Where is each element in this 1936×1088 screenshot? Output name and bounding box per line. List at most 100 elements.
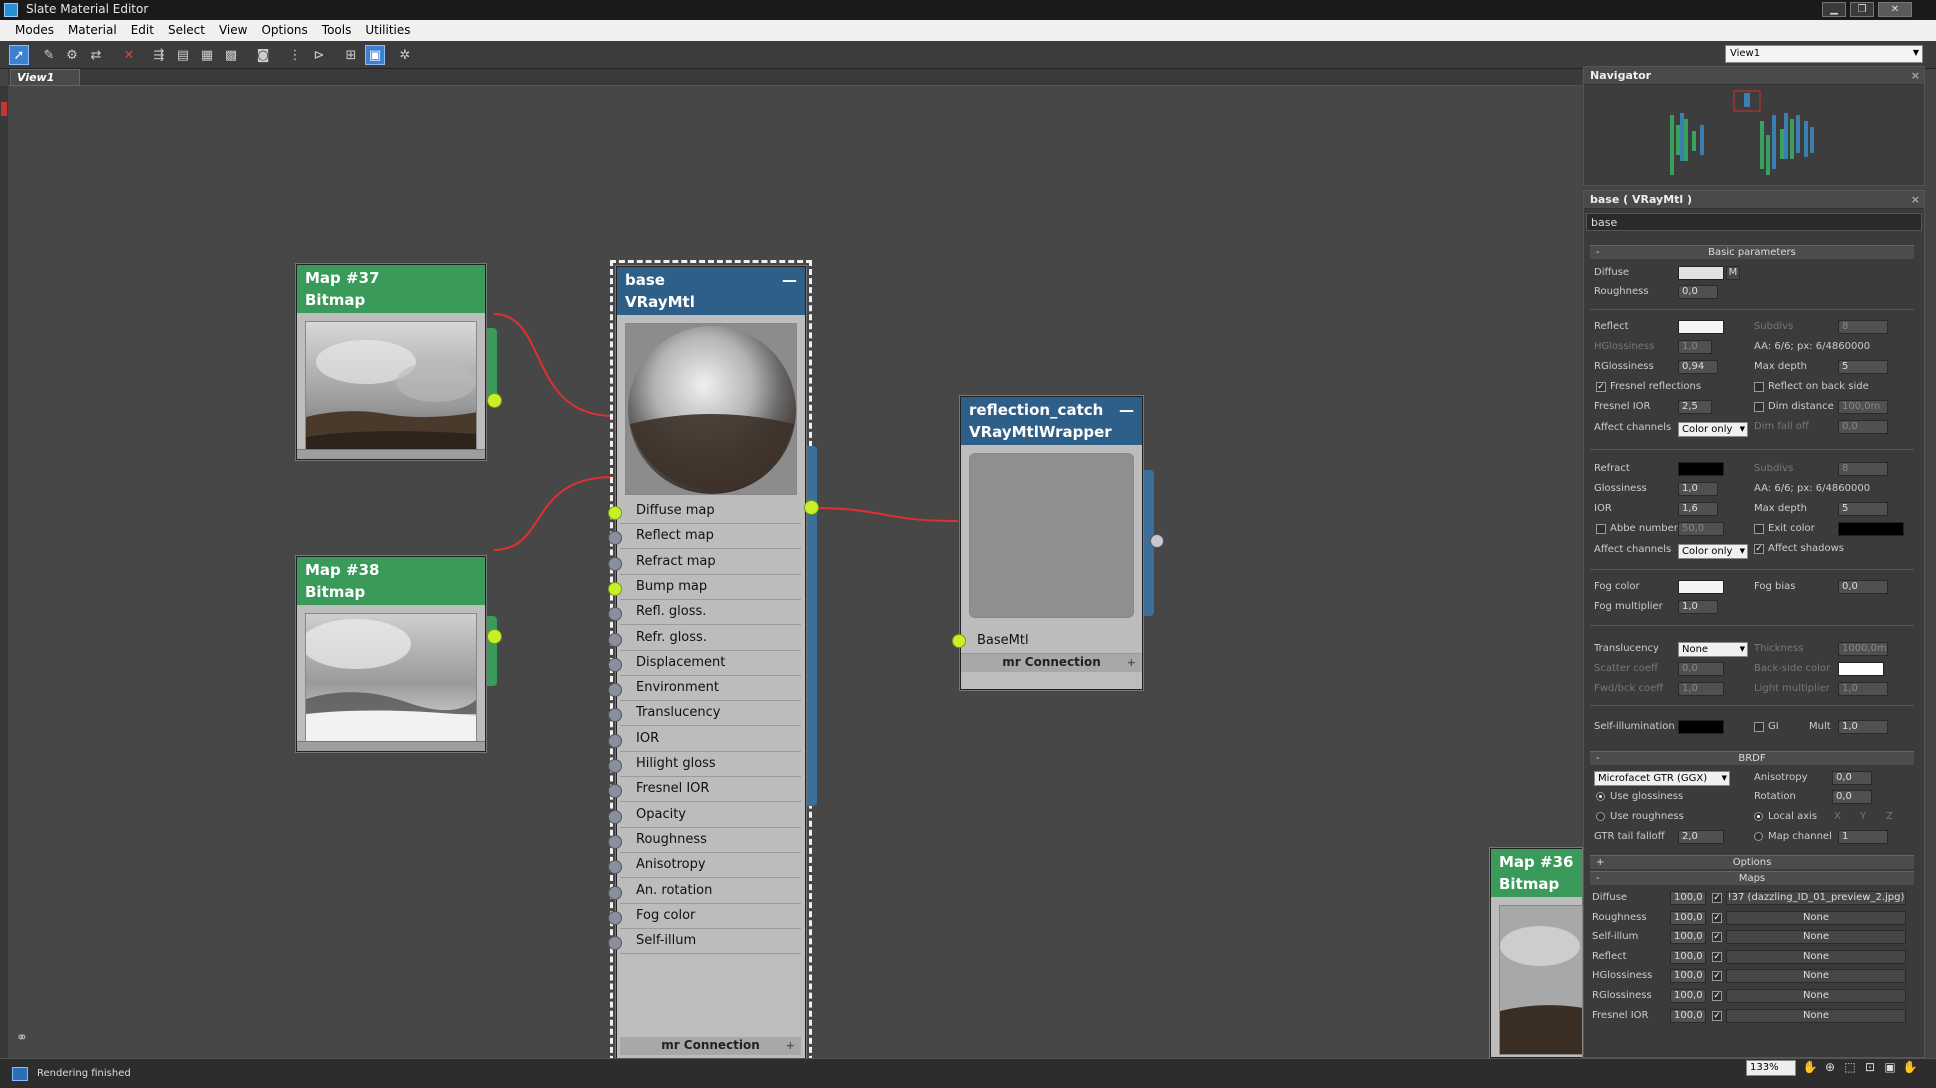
refract-swatch[interactable] — [1678, 462, 1724, 476]
slot-diffuse-map[interactable]: Diffuse map — [620, 499, 801, 524]
fwd-spinner[interactable]: 1,0 — [1678, 682, 1724, 696]
basemtl-input-socket[interactable] — [952, 634, 966, 648]
map37-output-socket[interactable] — [487, 393, 502, 408]
close-icon[interactable]: × — [1911, 69, 1920, 82]
map-slot-button[interactable]: None — [1726, 989, 1906, 1003]
map-amount-spinner[interactable]: 100,0 — [1670, 1008, 1706, 1023]
map-amount-spinner[interactable]: 100,0 — [1670, 989, 1706, 1003]
map38-output-socket[interactable] — [487, 629, 502, 644]
dimdist-spinner[interactable]: 100,0m — [1838, 400, 1888, 414]
slot-environment[interactable]: Environment — [620, 676, 801, 702]
scatter-spinner[interactable]: 0,0 — [1678, 662, 1724, 676]
menu-material[interactable]: Material — [61, 20, 124, 41]
navigator-minimap[interactable] — [1584, 85, 1924, 185]
affect-channels-dropdown[interactable]: Color only ▼ — [1678, 422, 1748, 437]
self-illum-swatch[interactable] — [1678, 720, 1724, 734]
select-tool-icon[interactable]: ➚ — [9, 45, 29, 65]
input-socket[interactable] — [608, 632, 622, 647]
ior-spinner[interactable]: 1,6 — [1678, 502, 1718, 516]
fog-bias-spinner[interactable]: 0,0 — [1838, 580, 1888, 594]
background-icon[interactable]: ◙ — [253, 45, 273, 65]
backside-color-swatch[interactable] — [1838, 662, 1884, 676]
menu-utilities[interactable]: Utilities — [358, 20, 417, 41]
close-button[interactable]: ✕ — [1878, 2, 1912, 17]
slot-opacity[interactable]: Opacity — [620, 802, 801, 828]
exit-color-swatch[interactable] — [1838, 522, 1904, 536]
slot-refract-map[interactable]: Refract map — [620, 549, 801, 575]
node-map37[interactable]: Map #37 Bitmap — [296, 264, 486, 460]
put-to-scene-icon[interactable]: ⚙ — [62, 45, 82, 65]
wrapper-output-socket[interactable] — [1150, 534, 1164, 548]
map-slot-button[interactable]: None — [1726, 910, 1906, 925]
mr-connection-bar[interactable]: mr Connection + — [961, 654, 1142, 672]
mult-spinner[interactable]: 1,0 — [1838, 720, 1888, 734]
slot-fog-color[interactable]: Fog color — [620, 903, 801, 929]
slot-basemtl[interactable]: BaseMtl — [961, 629, 1142, 654]
map-slot-button[interactable]: None — [1726, 1008, 1906, 1023]
rollout-maps[interactable]: - Maps — [1590, 871, 1914, 885]
maxdepth-spinner[interactable]: 5 — [1838, 360, 1888, 374]
fresnel-ior-spinner[interactable]: 2,5 — [1678, 400, 1712, 414]
anisotropy-spinner[interactable]: 0,0 — [1832, 771, 1872, 785]
map-amount-spinner[interactable]: 100,0 — [1670, 930, 1706, 945]
diffuse-swatch[interactable] — [1678, 266, 1724, 280]
map-channel-radio[interactable] — [1754, 832, 1763, 841]
slot-displacement[interactable]: Displacement — [620, 650, 801, 676]
backside-checkbox[interactable] — [1754, 382, 1764, 392]
map-slot-button[interactable]: None — [1726, 930, 1906, 945]
minimize-button[interactable]: ▁ — [1822, 2, 1846, 17]
view-dropdown[interactable]: View1 ▼ — [1725, 45, 1923, 63]
input-socket[interactable] — [608, 506, 622, 520]
map-amount-spinner[interactable]: 100,0 — [1670, 891, 1706, 905]
rglossiness-spinner[interactable]: 0,94 — [1678, 360, 1718, 374]
checker-icon[interactable]: ▩ — [221, 45, 241, 65]
dimdist-checkbox[interactable] — [1754, 402, 1764, 412]
material-name-field[interactable]: base — [1586, 213, 1922, 231]
map-amount-spinner[interactable]: 100,0 — [1670, 969, 1706, 984]
input-socket[interactable] — [608, 910, 622, 925]
node-view[interactable]: Map #37 Bitmap Map #38 Bitmap base VRayM… — [8, 86, 1584, 1080]
r-maxdepth-spinner[interactable]: 5 — [1838, 502, 1888, 516]
thickness-spinner[interactable]: 1000,0m — [1838, 642, 1888, 656]
map-channel-spinner[interactable]: 1 — [1838, 830, 1888, 844]
mr-connection-bar[interactable]: mr Connection + — [620, 1037, 801, 1055]
input-socket[interactable] — [608, 885, 622, 900]
layout-vertical-icon[interactable]: ⋮ — [285, 45, 305, 65]
input-socket[interactable] — [608, 759, 622, 773]
roughness-spinner[interactable]: 0,0 — [1678, 285, 1718, 299]
gi-checkbox[interactable] — [1754, 722, 1764, 732]
hglossiness-spinner[interactable]: 1,0 — [1678, 340, 1712, 354]
affect-shadows-checkbox[interactable]: ✓ — [1754, 544, 1764, 554]
rollout-basic-parameters[interactable]: - Basic parameters — [1590, 245, 1914, 259]
glossiness-spinner[interactable]: 1,0 — [1678, 482, 1718, 496]
assign-material-icon[interactable]: ⇄ — [86, 45, 106, 65]
map-slot-button[interactable]: None — [1726, 949, 1906, 964]
dimfall-spinner[interactable]: 0,0 — [1838, 420, 1888, 434]
slot-anisotropy[interactable]: Anisotropy — [620, 853, 801, 879]
base-output-socket[interactable] — [804, 500, 819, 515]
slot-refl-gloss-[interactable]: Refl. gloss. — [620, 600, 801, 626]
rollout-options[interactable]: + Options — [1590, 855, 1914, 869]
binoculars-icon[interactable]: ⚭ — [16, 1030, 28, 1046]
slot-bump-map[interactable]: Bump map — [620, 574, 801, 600]
input-socket[interactable] — [608, 809, 622, 824]
map-slot-button[interactable]: None — [1726, 969, 1906, 984]
axis-x[interactable]: X — [1834, 811, 1841, 822]
slot-reflect-map[interactable]: Reflect map — [620, 524, 801, 550]
input-socket[interactable] — [608, 581, 622, 596]
pan-icon[interactable]: ✋ — [1802, 1060, 1818, 1076]
slot-hilight-gloss[interactable]: Hilight gloss — [620, 752, 801, 777]
zoom-icon[interactable]: ⊕ — [1822, 1060, 1838, 1076]
subdivs-spinner[interactable]: 8 — [1838, 320, 1888, 334]
fog-color-swatch[interactable] — [1678, 580, 1724, 594]
slot-translucency[interactable]: Translucency — [620, 701, 801, 727]
axis-z[interactable]: Z — [1886, 811, 1893, 822]
slot-self-illum[interactable]: Self-illum — [620, 929, 801, 955]
map-enable-checkbox[interactable]: ✓ — [1712, 1010, 1722, 1021]
gtr-spinner[interactable]: 2,0 — [1678, 830, 1724, 844]
slot-an-rotation[interactable]: An. rotation — [620, 878, 801, 904]
input-socket[interactable] — [608, 556, 622, 571]
node-base-vraymtl[interactable]: base VRayMtl — Diffuse map Reflect map Ref… — [610, 260, 812, 1080]
menu-edit[interactable]: Edit — [124, 20, 161, 41]
layout-horizontal-icon[interactable]: ⊳ — [309, 45, 329, 65]
